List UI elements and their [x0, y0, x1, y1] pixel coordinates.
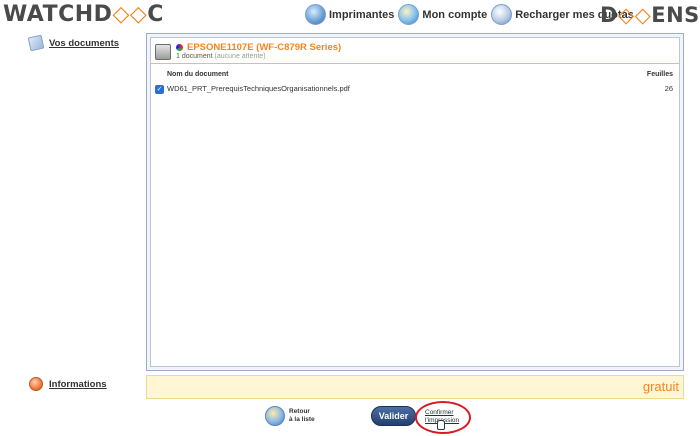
document-count: 1 document: [176, 53, 213, 60]
confirm-line1: Confirmer: [425, 409, 454, 416]
printer-header: EPSONE1107E (WF-C879R Series) 1 document…: [151, 38, 679, 64]
logo-left-accent: ◇◇: [112, 2, 148, 27]
back-to-list-button[interactable]: Retour à la liste: [265, 406, 319, 426]
watchdoc-logo[interactable]: WATCHD◇◇C: [3, 2, 164, 27]
account-icon: [398, 4, 420, 25]
nav-printers[interactable]: Imprimantes: [305, 4, 394, 25]
back-label: Retour à la liste: [289, 408, 319, 424]
color-printer-icon: [176, 44, 183, 51]
printer-name: EPSONE1107E (WF-C879R Series): [187, 42, 342, 53]
table-row[interactable]: ✓ WD61_PRT_PrerequisTechniquesOrganisati…: [155, 84, 679, 96]
nav-account-label: Mon compte: [422, 8, 488, 21]
logo-right-part1: D: [600, 3, 618, 27]
back-icon: [265, 406, 285, 426]
documents-list: EPSONE1107E (WF-C879R Series) 1 document…: [150, 37, 680, 367]
validate-button[interactable]: Valider: [371, 406, 416, 426]
printer-queue-info: 1 document (aucune attente): [176, 53, 266, 60]
reload-icon: [491, 4, 513, 25]
column-header-document: Nom du document: [167, 71, 229, 78]
price-bar: gratuit: [146, 375, 684, 399]
logo-right-accent: ◇◇: [617, 3, 652, 27]
hand-cursor-icon: [437, 420, 445, 430]
document-name: WD61_PRT_PrerequisTechniquesOrganisation…: [167, 84, 350, 93]
back-label-line1: Retour: [289, 408, 310, 415]
price-value: gratuit: [642, 379, 679, 394]
sidebar-information-label: Informations: [49, 378, 107, 390]
printers-icon: [305, 4, 326, 25]
header: WATCHD◇◇C Imprimantes Mon compte Recharg…: [0, 0, 700, 30]
queue-status: (aucune attente): [214, 53, 266, 60]
logo-left-part1: WATCHD: [3, 2, 113, 27]
top-navigation: Imprimantes Mon compte Recharger mes quo…: [305, 4, 634, 25]
logo-left-part2: C: [147, 2, 164, 27]
sidebar-documents-label: Vos documents: [49, 37, 120, 49]
document-pages: 26: [664, 84, 673, 93]
back-label-line2: à la liste: [289, 416, 315, 423]
nav-account[interactable]: Mon compte: [398, 4, 487, 25]
sidebar-item-information[interactable]: Informations: [29, 377, 107, 391]
logo-right-part2: ENSE: [651, 3, 700, 27]
nav-printers-label: Imprimantes: [329, 8, 395, 21]
column-header-pages: Feuilles: [646, 71, 673, 78]
printer-icon: [155, 44, 171, 60]
documents-icon: [27, 34, 45, 52]
doxense-logo: D◇◇ENSE: [600, 3, 700, 27]
document-checkbox[interactable]: ✓: [155, 85, 164, 94]
documents-panel: EPSONE1107E (WF-C879R Series) 1 document…: [146, 33, 684, 371]
information-icon: [29, 377, 43, 391]
sidebar-item-documents[interactable]: Vos documents: [27, 34, 120, 52]
